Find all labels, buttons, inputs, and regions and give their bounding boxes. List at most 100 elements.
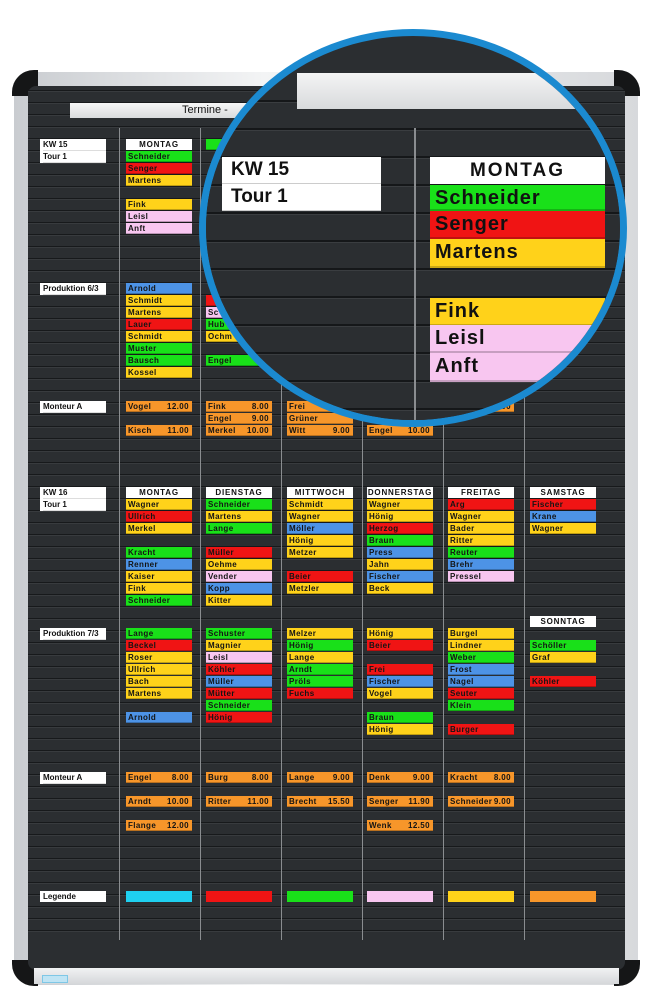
plan-card[interactable]: Frei (367, 664, 433, 675)
plan-card[interactable]: Lange (126, 628, 192, 639)
plan-card[interactable]: Hönig (367, 724, 433, 735)
plan-card[interactable]: Brecht 15.50 (287, 796, 353, 807)
plan-card[interactable]: Vogel (367, 688, 433, 699)
plan-card[interactable]: Schmidt (126, 331, 192, 342)
plan-card[interactable]: Müller (206, 547, 272, 558)
plan-card[interactable]: Beck (367, 583, 433, 594)
plan-card[interactable]: Vogel 12.00 (126, 401, 192, 412)
plan-card[interactable]: Hönig (206, 712, 272, 723)
plan-card[interactable]: Schuster (206, 628, 272, 639)
plan-card[interactable]: Lauer (126, 319, 192, 330)
plan-card[interactable]: Müller (206, 676, 272, 687)
plan-card[interactable]: Kracht (126, 547, 192, 558)
plan-card[interactable]: Möller (287, 523, 353, 534)
plan-card[interactable]: Metzler (287, 583, 353, 594)
plan-card[interactable]: Kitter (206, 595, 272, 606)
plan-card[interactable]: Beckel (126, 640, 192, 651)
plan-card[interactable]: Pressel (448, 571, 514, 582)
plan-card[interactable]: Schneider (126, 595, 192, 606)
plan-card[interactable]: Reuter (448, 547, 514, 558)
plan-card[interactable]: Pröls (287, 676, 353, 687)
plan-card[interactable]: Lange (206, 523, 272, 534)
plan-card[interactable]: Oehme (206, 559, 272, 570)
plan-card[interactable]: Denk 9.00 (367, 772, 433, 783)
plan-card[interactable]: Merkel 10.00 (206, 425, 272, 436)
plan-card[interactable]: Ritter (448, 535, 514, 546)
plan-card[interactable]: Flange 12.00 (126, 820, 192, 831)
plan-card[interactable]: Weber (448, 652, 514, 663)
plan-card[interactable]: Mütter (206, 688, 272, 699)
plan-card[interactable]: Arnold (126, 712, 192, 723)
plan-card[interactable]: Metzer (287, 547, 353, 558)
plan-card[interactable]: Nagel (448, 676, 514, 687)
plan-card[interactable]: Schmidt (126, 295, 192, 306)
plan-card[interactable]: Fischer (367, 571, 433, 582)
plan-card[interactable]: Jahn (367, 559, 433, 570)
plan-card[interactable]: Kaiser (126, 571, 192, 582)
plan-card[interactable]: Wagner (287, 511, 353, 522)
plan-card[interactable]: Kopp (206, 583, 272, 594)
plan-card[interactable]: Merkel (126, 523, 192, 534)
plan-card[interactable]: Fischer (530, 499, 596, 510)
plan-card[interactable]: Roser (126, 652, 192, 663)
plan-card[interactable]: Lindner (448, 640, 514, 651)
plan-card[interactable]: Arndt (287, 664, 353, 675)
plan-card[interactable]: Melzer (287, 628, 353, 639)
plan-card[interactable]: Kossel (126, 367, 192, 378)
plan-card[interactable]: Beier (287, 571, 353, 582)
plan-card[interactable]: Muster (126, 343, 192, 354)
plan-card[interactable]: Hönig (367, 511, 433, 522)
plan-card[interactable]: Bader (448, 523, 514, 534)
plan-card[interactable]: Engel 8.00 (126, 772, 192, 783)
plan-card[interactable]: Leisl (126, 211, 192, 222)
plan-card[interactable]: Fuchs (287, 688, 353, 699)
plan-card[interactable]: Graf (530, 652, 596, 663)
plan-card[interactable]: Klein (448, 700, 514, 711)
plan-card[interactable]: Senger (126, 163, 192, 174)
plan-card[interactable]: Vender (206, 571, 272, 582)
plan-card[interactable]: Wenk 12.50 (367, 820, 433, 831)
plan-card[interactable]: Braun (367, 535, 433, 546)
plan-card[interactable]: Ullrich (126, 664, 192, 675)
plan-card[interactable]: Wagner (126, 499, 192, 510)
plan-card[interactable]: Arndt 10.00 (126, 796, 192, 807)
plan-card[interactable]: Frost (448, 664, 514, 675)
plan-card[interactable]: Kisch 11.00 (126, 425, 192, 436)
plan-card[interactable]: Hönig (367, 628, 433, 639)
plan-card[interactable]: Ullrich (126, 511, 192, 522)
plan-card[interactable]: Kracht 8.00 (448, 772, 514, 783)
plan-card[interactable]: Arg (448, 499, 514, 510)
plan-card[interactable]: Fink (126, 583, 192, 594)
plan-card[interactable]: Wagner (367, 499, 433, 510)
plan-card[interactable]: Schneider (206, 700, 272, 711)
plan-card[interactable]: Wagner (448, 511, 514, 522)
plan-card[interactable]: Schöller (530, 640, 596, 651)
plan-card[interactable]: Bach (126, 676, 192, 687)
plan-card[interactable]: Martens (126, 688, 192, 699)
plan-card[interactable]: Burgel (448, 628, 514, 639)
plan-card[interactable]: Martens (206, 511, 272, 522)
plan-card[interactable]: Braun (367, 712, 433, 723)
plan-card[interactable]: Lange (287, 652, 353, 663)
plan-card[interactable]: Leisl (206, 652, 272, 663)
plan-card[interactable]: Krane (530, 511, 596, 522)
plan-card[interactable]: Bausch (126, 355, 192, 366)
plan-card[interactable]: Herzog (367, 523, 433, 534)
plan-card[interactable]: Fischer (367, 676, 433, 687)
plan-card[interactable]: Schneider (206, 499, 272, 510)
plan-card[interactable]: Burger (448, 724, 514, 735)
plan-card[interactable]: Beier (367, 640, 433, 651)
plan-card[interactable]: Martens (126, 307, 192, 318)
plan-card[interactable]: Anft (126, 223, 192, 234)
plan-card[interactable]: Schmidt (287, 499, 353, 510)
plan-card[interactable]: Brehr (448, 559, 514, 570)
plan-card[interactable]: Lange 9.00 (287, 772, 353, 783)
plan-card[interactable]: Köhler (206, 664, 272, 675)
plan-card[interactable]: Seuter (448, 688, 514, 699)
plan-card[interactable]: Witt 9.00 (287, 425, 353, 436)
plan-card[interactable]: Magnier (206, 640, 272, 651)
plan-card[interactable]: Renner (126, 559, 192, 570)
plan-card[interactable]: Arnold (126, 283, 192, 294)
plan-card[interactable]: Fink (126, 199, 192, 210)
plan-card[interactable]: Wagner (530, 523, 596, 534)
